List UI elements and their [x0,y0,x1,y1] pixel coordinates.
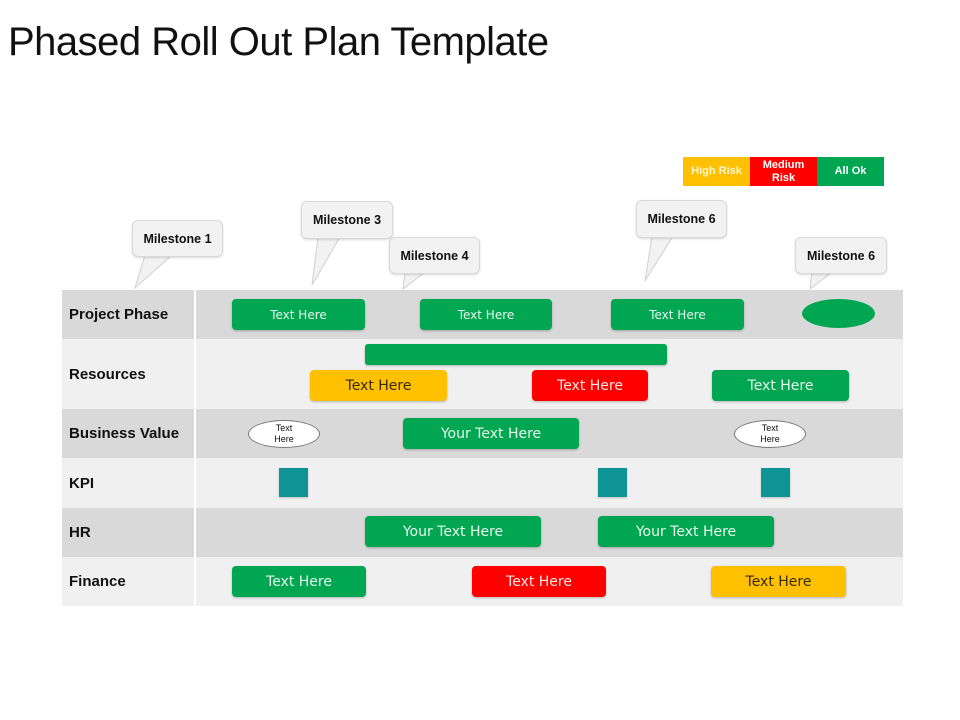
milestone-label: Milestone 3 [301,201,393,239]
milestone-label: Milestone 6 [795,237,887,274]
row-label: HR [62,508,196,557]
finance-bar: Text Here [232,566,366,597]
resource-bar: Text Here [310,370,447,401]
milestone-label: Milestone 6 [636,200,727,238]
row-label: Business Value [62,409,196,458]
phase-bar: Text Here [611,299,744,330]
hr-bar: Your Text Here [598,516,774,547]
business-oval: Text Here [248,420,320,448]
hr-bar: Your Text Here [365,516,541,547]
resource-bar: Text Here [712,370,849,401]
callout-pointer [809,271,834,291]
kpi-marker [598,468,627,497]
row-label: Finance [62,557,196,606]
resource-bar: Text Here [532,370,648,401]
legend-high-risk: High Risk [683,157,750,186]
risk-legend: High Risk Medium Risk All Ok [683,157,884,186]
kpi-marker [761,468,790,497]
finance-bar: Text Here [472,566,606,597]
phase-bar: Text Here [420,299,552,330]
row-label: Resources [62,339,196,409]
row-label: KPI [62,458,196,508]
milestone-label: Milestone 4 [389,237,480,274]
business-bar: Your Text Here [403,418,579,449]
legend-medium-risk: Medium Risk [750,157,817,186]
business-oval: Text Here [734,420,806,448]
kpi-marker [279,468,308,497]
resource-bar [365,344,667,365]
milestone-label: Milestone 1 [132,220,223,257]
row-label: Project Phase [62,290,196,339]
phase-oval [802,299,875,328]
finance-bar: Text Here [711,566,846,597]
phase-bar: Text Here [232,299,365,330]
legend-all-ok: All Ok [817,157,884,186]
page-title: Phased Roll Out Plan Template [8,20,549,64]
